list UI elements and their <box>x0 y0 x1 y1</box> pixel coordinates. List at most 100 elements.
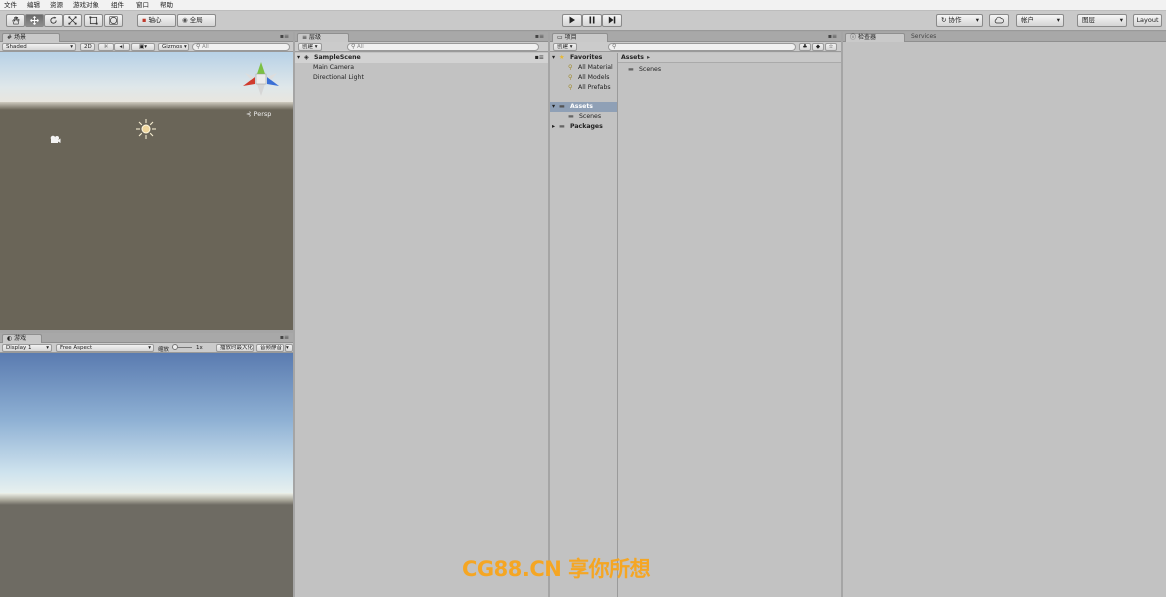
lock-icon[interactable]: ▪≡ <box>535 34 544 40</box>
hierarchy-search-placeholder: All <box>357 44 364 50</box>
expand-arrow-icon[interactable]: ▾ <box>297 53 300 62</box>
lock-icon[interactable]: ▪≡ <box>280 335 289 341</box>
scene-name: SampleScene <box>314 54 361 61</box>
chevron-down-icon: ▾ <box>1119 16 1123 24</box>
search-icon: ⚲ <box>196 43 201 50</box>
hierarchy-search-input[interactable]: All <box>347 43 539 51</box>
account-dropdown[interactable]: 帐户 ▾ <box>1016 14 1064 27</box>
project-search-input[interactable] <box>608 43 796 51</box>
tag-icon: ◆ <box>815 44 821 50</box>
packages-expand-icon[interactable]: ▸ <box>552 122 555 131</box>
assets-expand-icon[interactable]: ▾ <box>552 102 555 111</box>
favorite-button[interactable]: ☆ <box>825 43 837 51</box>
maximize-label: 播放时最大化 <box>220 345 254 351</box>
hierarchy-create-dropdown[interactable]: 创建 ▾ <box>298 43 322 51</box>
tab-hierarchy[interactable]: ≡ 层级 <box>297 33 349 42</box>
directional-light-gizmo[interactable] <box>135 118 157 140</box>
create-label: 创建 <box>302 44 314 50</box>
lighting-toggle[interactable]: ☼ <box>98 43 114 51</box>
collab-label: 协作 <box>948 16 962 24</box>
hierarchy-item-main-camera[interactable]: Main Camera <box>313 63 354 72</box>
packages-tree-label[interactable]: Packages <box>570 122 603 131</box>
lock-icon[interactable]: ▪≡ <box>828 34 837 40</box>
favorites-expand-icon[interactable]: ▾ <box>552 53 555 62</box>
favorite-all-models[interactable]: All Models <box>578 73 609 82</box>
pause-button[interactable] <box>582 14 602 27</box>
orientation-gizmo[interactable] <box>241 58 281 100</box>
camera-gizmo[interactable] <box>49 135 61 144</box>
maximize-on-play-toggle[interactable]: 播放时最大化 <box>216 344 254 352</box>
menu-file[interactable]: 文件 <box>4 1 17 10</box>
scene-search-input[interactable]: All <box>192 43 290 51</box>
tab-project[interactable]: ▭ 项目 <box>552 33 608 42</box>
collab-dropdown[interactable]: ↻ 协作 ▾ <box>936 14 983 27</box>
transform-tool-button[interactable] <box>104 14 123 27</box>
shading-dropdown[interactable]: Shaded ▾ <box>2 43 76 51</box>
menu-edit[interactable]: 编辑 <box>27 1 40 10</box>
stats-toggle[interactable]: ▾ <box>285 344 293 352</box>
audio-toggle[interactable]: ◂) <box>114 43 130 51</box>
rotate-tool-button[interactable] <box>44 14 63 27</box>
breadcrumb-assets[interactable]: Assets <box>621 53 644 62</box>
mute-audio-toggle[interactable]: 音频静音 <box>256 344 284 352</box>
global-toggle[interactable]: ◉ 全局 <box>177 14 216 27</box>
menu-window[interactable]: 窗口 <box>136 1 149 10</box>
menu-assets[interactable]: 资源 <box>50 1 63 10</box>
persp-label[interactable]: ⊰ Persp <box>246 110 271 118</box>
tree-divider <box>617 53 618 597</box>
step-button[interactable] <box>602 14 622 27</box>
menu-component[interactable]: 组件 <box>111 1 124 10</box>
scene-control-bar: Shaded ▾ 2D ☼ ◂) ▣▾ Gizmos ▾ All ⚲ <box>0 42 293 52</box>
scene-header-row[interactable]: ▾ ◈ SampleScene ▪≡ <box>295 53 548 63</box>
play-button[interactable] <box>562 14 582 27</box>
services-tab-label: Services <box>911 33 937 40</box>
pivot-toggle[interactable]: ▪ 轴心 <box>137 14 176 27</box>
inspector-tab-label: 检查器 <box>857 34 876 41</box>
favorites-label[interactable]: Favorites <box>570 53 602 62</box>
rect-tool-button[interactable] <box>84 14 103 27</box>
rotate-icon <box>50 16 57 24</box>
aspect-dropdown[interactable]: Free Aspect ▾ <box>56 344 154 352</box>
tab-scene[interactable]: # 场景 <box>2 33 60 42</box>
project-create-dropdown[interactable]: 创建 ▾ <box>553 43 577 51</box>
axis-gizmo-icon <box>243 62 279 96</box>
effects-dropdown[interactable]: ▣▾ <box>131 43 155 51</box>
tab-services[interactable]: Services <box>907 33 947 42</box>
hierarchy-item-directional-light[interactable]: Directional Light <box>313 73 364 82</box>
filter-by-label-button[interactable]: ◆ <box>812 43 824 51</box>
tab-game[interactable]: ◐ 游戏 <box>2 334 42 343</box>
scale-tool-button[interactable] <box>63 14 82 27</box>
scale-slider-thumb[interactable] <box>172 344 178 350</box>
menu-help[interactable]: 帮助 <box>160 1 173 10</box>
move-icon <box>30 16 39 25</box>
scene-search-placeholder: All <box>202 44 209 50</box>
filter-icon: ♣ <box>802 44 808 50</box>
gizmos-dropdown[interactable]: Gizmos ▾ <box>158 43 189 51</box>
scale-value: 1x <box>196 345 203 351</box>
hierarchy-tabbar: ≡ 层级 ▪≡ <box>295 32 548 42</box>
favorite-all-prefabs[interactable]: All Prefabs <box>578 83 611 92</box>
layout-dropdown[interactable]: Layout <box>1133 14 1162 27</box>
scene-horizon <box>0 102 293 110</box>
menu-gameobject[interactable]: 游戏对象 <box>73 1 99 10</box>
tree-item-scenes[interactable]: Scenes <box>579 112 601 121</box>
lock-icon[interactable]: ▪≡ <box>280 34 289 40</box>
2d-toggle[interactable]: 2D <box>80 43 95 51</box>
scene-options-icon[interactable]: ▪≡ <box>535 53 544 62</box>
favorite-all-materials[interactable]: All Material <box>578 63 613 72</box>
hand-tool-button[interactable] <box>6 14 25 27</box>
search-icon: ⚲ <box>351 43 356 50</box>
chevron-down-icon: ▾ <box>286 345 289 351</box>
breadcrumb-arrow: ▸ <box>647 54 651 61</box>
asset-item-scenes[interactable]: Scenes <box>639 65 661 74</box>
search-icon: ⚲ <box>612 43 617 50</box>
display-dropdown[interactable]: Display 1 ▾ <box>2 344 52 352</box>
filter-by-type-button[interactable]: ♣ <box>799 43 811 51</box>
image-icon: ▣▾ <box>139 44 147 50</box>
speaker-icon: ◂) <box>119 44 125 50</box>
hierarchy-control-bar: 创建 ▾ All ⚲ <box>295 42 548 52</box>
tab-inspector[interactable]: ⓘ 检查器 <box>845 33 905 42</box>
move-tool-button[interactable] <box>25 14 44 27</box>
cloud-button[interactable] <box>989 14 1009 27</box>
layers-dropdown[interactable]: 图层 ▾ <box>1077 14 1127 27</box>
